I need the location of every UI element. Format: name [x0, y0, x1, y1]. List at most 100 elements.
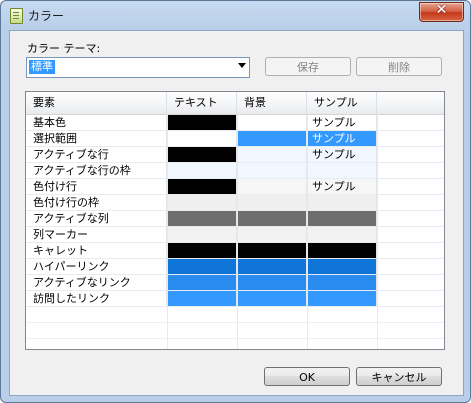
swatch-fill: [167, 195, 236, 210]
swatch-fill: [237, 179, 306, 194]
text-color-swatch[interactable]: [167, 115, 237, 130]
sample-preview: [307, 195, 377, 210]
text-color-swatch[interactable]: [167, 275, 237, 290]
element-name: 訪問したリンク: [26, 291, 167, 306]
text-color-swatch[interactable]: [167, 147, 237, 162]
window-title: カラー: [28, 9, 65, 23]
table-row[interactable]: アクティブな行の枠: [26, 163, 444, 179]
sample-preview: サンプル: [307, 115, 377, 130]
background-color-swatch[interactable]: [237, 115, 307, 130]
swatch-fill: [237, 131, 306, 146]
table-row[interactable]: ハイパーリンク: [26, 259, 444, 275]
close-button[interactable]: ✕: [419, 2, 464, 22]
element-name: 色付け行: [26, 179, 167, 194]
sample-preview: [307, 227, 377, 242]
background-color-swatch[interactable]: [237, 291, 307, 306]
swatch-fill: [167, 291, 236, 306]
table-row[interactable]: アクティブな列: [26, 211, 444, 227]
sample-preview: サンプル: [307, 147, 377, 162]
table-row[interactable]: 列マーカー: [26, 227, 444, 243]
background-color-swatch[interactable]: [237, 275, 307, 290]
delete-button[interactable]: 削除: [356, 57, 442, 76]
text-color-swatch[interactable]: [167, 195, 237, 210]
element-name: アクティブな行: [26, 147, 167, 162]
empty-row: [26, 339, 444, 349]
theme-label: カラー テーマ:: [27, 42, 101, 55]
table-row[interactable]: アクティブな行 サンプル: [26, 147, 444, 163]
background-color-swatch[interactable]: [237, 147, 307, 162]
swatch-fill: [237, 163, 306, 178]
column-header-element[interactable]: 要素: [26, 92, 167, 114]
element-name: ハイパーリンク: [26, 259, 167, 274]
theme-selected-value: 標準: [29, 60, 55, 74]
swatch-fill: [237, 211, 306, 226]
column-divider: [377, 114, 378, 349]
swatch-fill: [167, 147, 236, 162]
column-divider: [167, 114, 168, 349]
sample-preview: サンプル: [307, 131, 377, 146]
swatch-fill: [237, 115, 306, 130]
sample-preview: [307, 291, 377, 306]
text-color-swatch[interactable]: [167, 291, 237, 306]
element-name: 選択範囲: [26, 131, 167, 146]
sample-preview: サンプル: [307, 179, 377, 194]
text-color-swatch[interactable]: [167, 243, 237, 258]
title-bar[interactable]: カラー ✕: [1, 1, 470, 29]
table-row[interactable]: アクティブなリンク: [26, 275, 444, 291]
swatch-fill: [237, 291, 306, 306]
background-color-swatch[interactable]: [237, 131, 307, 146]
swatch-fill: [237, 195, 306, 210]
swatch-fill: [237, 243, 306, 258]
text-color-swatch[interactable]: [167, 163, 237, 178]
table-row[interactable]: 選択範囲 サンプル: [26, 131, 444, 147]
theme-select[interactable]: 標準: [26, 57, 250, 78]
column-header-background[interactable]: 背景: [237, 92, 307, 114]
swatch-fill: [237, 259, 306, 274]
table-row[interactable]: キャレット: [26, 243, 444, 259]
background-color-swatch[interactable]: [237, 211, 307, 226]
text-color-swatch[interactable]: [167, 227, 237, 242]
empty-row: [26, 307, 444, 323]
table-row[interactable]: 訪問したリンク: [26, 291, 444, 307]
dialog-body: カラー テーマ: 標準 保存 削除 要素 テキスト 背景 サンプル 基本色 サンプ…: [9, 30, 464, 396]
chevron-down-icon[interactable]: [238, 63, 246, 68]
color-table[interactable]: 要素 テキスト 背景 サンプル 基本色 サンプル 選択範囲 サンプル アクティブな行 サン…: [25, 91, 445, 350]
column-header-sample[interactable]: サンプル: [307, 92, 377, 114]
swatch-fill: [167, 259, 236, 274]
table-row[interactable]: 色付け行 サンプル: [26, 179, 444, 195]
sample-preview: [307, 275, 377, 290]
swatch-fill: [237, 147, 306, 162]
background-color-swatch[interactable]: [237, 227, 307, 242]
background-color-swatch[interactable]: [237, 243, 307, 258]
cancel-button[interactable]: キャンセル: [356, 367, 442, 386]
save-button[interactable]: 保存: [265, 57, 351, 76]
sample-preview: [307, 259, 377, 274]
ok-button[interactable]: OK: [264, 367, 350, 386]
swatch-fill: [167, 211, 236, 226]
background-color-swatch[interactable]: [237, 179, 307, 194]
background-color-swatch[interactable]: [237, 195, 307, 210]
color-dialog: カラー ✕ カラー テーマ: 標準 保存 削除 要素 テキスト 背景 サンプル …: [0, 0, 471, 403]
table-row[interactable]: 色付け行の枠: [26, 195, 444, 211]
swatch-fill: [167, 227, 236, 242]
text-color-swatch[interactable]: [167, 131, 237, 146]
text-color-swatch[interactable]: [167, 211, 237, 226]
column-divider: [307, 114, 308, 349]
element-name: 色付け行の枠: [26, 195, 167, 210]
notepad-icon: [10, 8, 23, 24]
swatch-fill: [237, 275, 306, 290]
swatch-fill: [167, 243, 236, 258]
swatch-fill: [237, 227, 306, 242]
empty-row: [26, 323, 444, 339]
background-color-swatch[interactable]: [237, 259, 307, 274]
table-row[interactable]: 基本色 サンプル: [26, 115, 444, 131]
close-icon: ✕: [435, 2, 448, 18]
text-color-swatch[interactable]: [167, 259, 237, 274]
background-color-swatch[interactable]: [237, 163, 307, 178]
element-name: アクティブな行の枠: [26, 163, 167, 178]
text-color-swatch[interactable]: [167, 179, 237, 194]
swatch-fill: [167, 275, 236, 290]
swatch-fill: [167, 179, 236, 194]
element-name: キャレット: [26, 243, 167, 258]
column-header-text[interactable]: テキスト: [167, 92, 237, 114]
